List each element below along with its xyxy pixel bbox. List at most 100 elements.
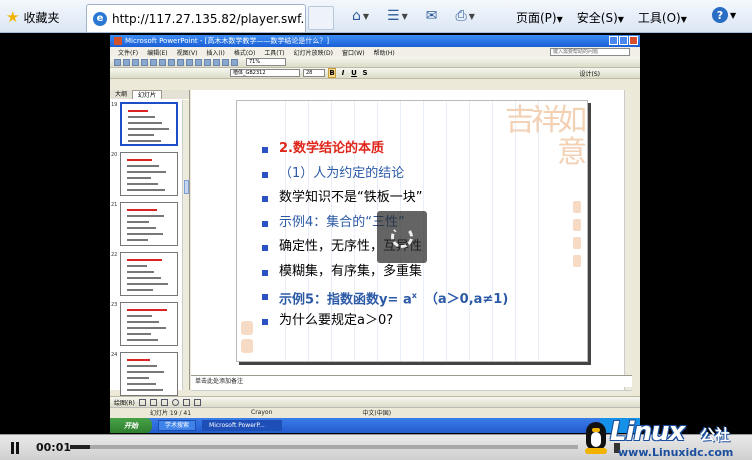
mail-icon: ✉ [425,8,438,24]
redo-icon [204,58,211,66]
open-icon [123,58,130,66]
slide-thumbnail [120,152,178,196]
page-menu[interactable]: 页面(P)▼ [516,9,563,26]
printer-icon: ⎙ [455,8,467,24]
print-button[interactable]: ⎙ ▼ [456,8,475,24]
dropdown-arrow-icon: ▼ [730,10,737,20]
italic-icon: I [341,69,345,77]
help-button[interactable]: ? ▼ [712,7,736,23]
slide-thumbnail [120,252,178,296]
current-time: 00:01 [36,441,72,454]
shadow-icon: S [362,69,368,77]
pause-icon[interactable] [9,442,21,454]
thumbnail-row: 19 [110,100,182,150]
dropdown-arrow-icon: ▼ [617,14,624,24]
thumbnail-number: 19 [111,102,118,108]
print-icon [141,58,148,66]
ppt-menubar: 文件(F) 编辑(E) 视图(V) 插入(I) 格式(O) 工具(T) 幻灯片放… [110,47,640,57]
outline-tab: 大纲 [115,91,128,98]
status-design: Crayon [251,408,273,416]
ie-logo-icon: e [93,11,107,26]
thumbnail-row: 23 [110,300,182,350]
slide-decoration-right [573,201,583,273]
chart-icon [213,58,220,66]
powerpoint-icon [114,37,122,45]
feeds-button[interactable]: ☰ ▼ [387,8,408,24]
page: ★ 收藏夹 e http://117.27.135.82/player.swf.… [0,0,752,460]
current-slide: 吉祥如意 2.数学结论的本质 （1）人为约定的结论 数学知识不是“铁板一块” 示例4：… [236,100,588,362]
font-name-box: 楷体_GB2312 [230,69,300,77]
thumbnail-number: 20 [111,152,118,158]
thumbnail-list: 19 20 21 22 23 24 [110,100,182,400]
dropdown-arrow-icon: ▼ [680,14,687,24]
close-icon [629,36,638,45]
slide-bullet: 数学知识不是“铁板一块” [259,186,559,211]
save-icon [132,58,139,66]
ppt-menu-view: 视图(V) [176,49,198,57]
slide-thumbnail [120,352,178,396]
ppt-menu-window: 窗口(W) [341,49,365,57]
windows-taskbar: 开始 学术搜索 Microsoft PowerP... [110,418,640,433]
seek-bar[interactable] [70,445,578,449]
notes-pane: 单击此处添加备注 [191,375,632,387]
watermark-cn-text: 公社 [700,426,731,444]
watermark-url: www.Linuxidc.com [618,446,734,459]
thumbnail-row: 22 [110,250,182,300]
table-icon [222,58,229,66]
slide-bullet: 为什么要规定a＞0? [259,309,559,334]
ppt-menu-file: 文件(F) [118,49,139,57]
line-icon [138,398,146,406]
favorites-button[interactable]: ★ 收藏夹 [6,7,59,27]
slide-thumbnail [120,102,178,146]
home-icon: ⌂ [352,8,361,24]
slide-bullet: 示例5：指数函数y= ax （a＞0,a≠1) [259,284,559,309]
ppt-menu-insert: 插入(I) [206,49,225,57]
taskbar-item-search: 学术搜索 [158,420,197,431]
fill-color-icon [193,398,201,406]
home-button[interactable]: ⌂ ▼ [352,8,369,24]
rss-icon: ☰ [387,8,400,24]
thumbnail-row: 20 [110,150,182,200]
video-area[interactable]: Microsoft PowerPoint - [高木木数学教学——数学结论是什么… [0,34,752,434]
watermark: Linux 公社 www.Linuxidc.com [582,418,752,460]
favorites-label: 收藏夹 [23,10,60,25]
drawing-toolbar: 绘图(R) [110,396,640,407]
slide-bullet: 2.数学结论的本质 [259,137,559,162]
maximize-icon [619,36,628,45]
safety-menu[interactable]: 安全(S)▼ [577,9,624,26]
draw-menu: 绘图(R) [114,399,135,407]
bold-icon: B [328,68,336,78]
loading-icon [391,226,413,248]
ppt-menu-slideshow: 幻灯片放映(D) [293,49,333,57]
ppt-menu-format: 格式(O) [233,49,256,57]
undo-icon [195,58,202,66]
textbox-icon [182,398,190,406]
slide-bullet: 模糊集，有序集，多重集 [259,260,559,285]
minimize-icon [609,36,618,45]
mail-button[interactable]: ✉ [426,8,438,24]
browser-tab[interactable]: e http://117.27.135.82/player.swf... [86,4,306,32]
new-tab-button[interactable] [308,6,334,30]
design-button: 设计(S) [579,71,601,78]
ppt-title: Microsoft PowerPoint - [高木木数学教学——数学结论是什么… [125,37,330,45]
spell-icon [159,58,166,66]
thumbnail-number: 23 [111,302,118,308]
taskbar-item-powerpoint: Microsoft PowerP... [202,420,283,431]
slide-scrollbar [624,90,632,390]
ppt-format-toolbar: 楷体_GB2312 28 B I U S 设计(S) [110,68,640,79]
cut-icon [168,58,175,66]
help-icon: ? [712,7,728,23]
start-button: 开始 [110,418,152,433]
star-icon: ★ [6,7,20,26]
status-language: 中文(中国) [362,409,392,417]
dropdown-arrow-icon: ▼ [362,11,370,21]
seek-bar-fill [70,445,91,449]
thumbnail-row: 24 [110,350,182,400]
tools-menu[interactable]: 工具(O)▼ [638,9,687,26]
paste-icon [186,58,193,66]
ppt-standard-toolbar: 71% [110,57,640,68]
dropdown-arrow-icon: ▼ [556,14,563,24]
dropdown-arrow-icon: ▼ [401,11,408,21]
slide-thumbnail [120,302,178,346]
zoom-box: 71% [246,58,286,66]
